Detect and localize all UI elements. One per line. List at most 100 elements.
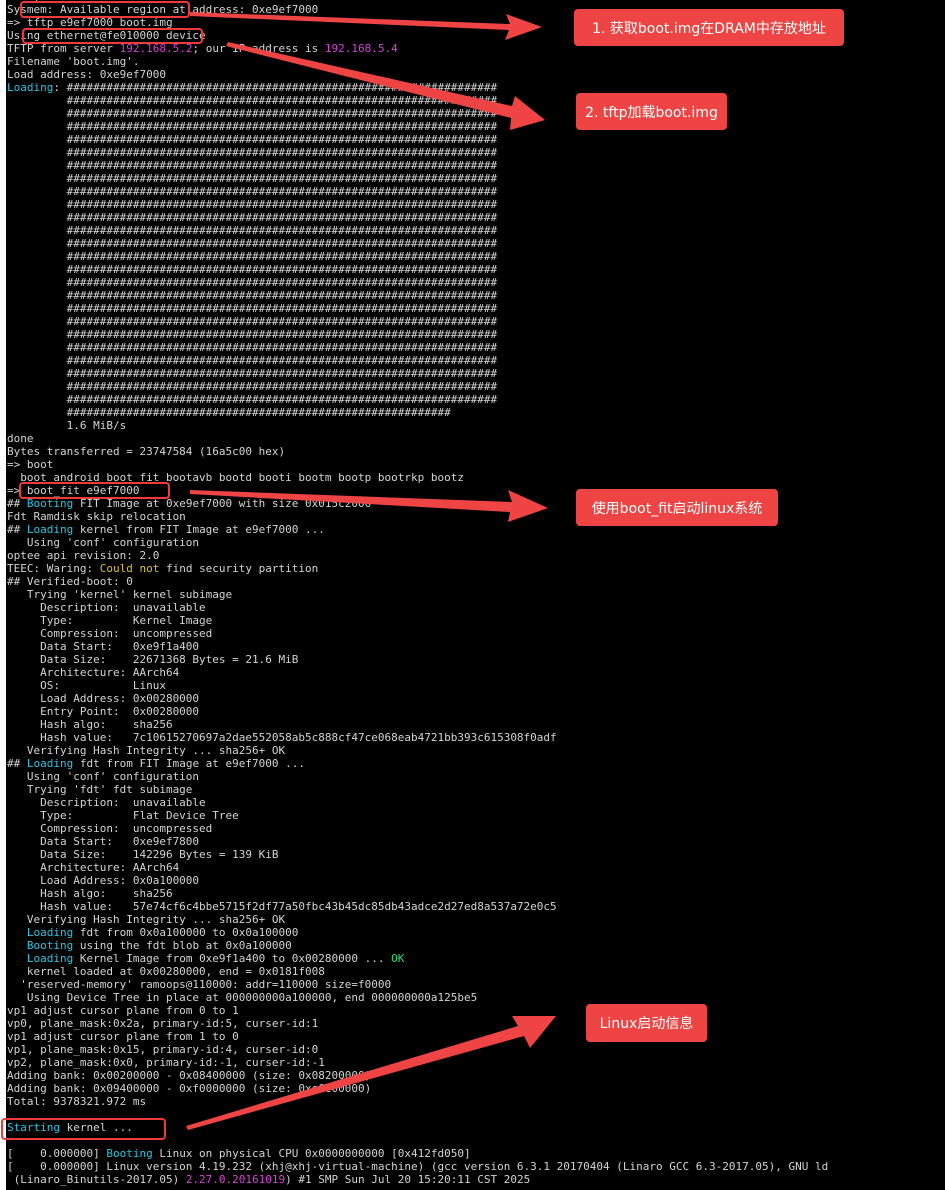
terminal-text-segment: Type: Kernel Image: [7, 614, 213, 627]
terminal-line: Bytes transferred = 23747584 (16a5c00 he…: [7, 445, 828, 458]
terminal-text-segment: ########################################…: [7, 276, 498, 289]
terminal-line: Booting using the fdt blob at 0x0a100000: [7, 939, 828, 952]
terminal-text-segment: Booting: [26, 939, 74, 952]
terminal-line: OS: Linux: [7, 679, 828, 692]
terminal-line: ## Verified-boot: 0: [7, 575, 828, 588]
highlight-starting-kernel: [1, 1118, 166, 1140]
terminal-text-segment: Architecture: AArch64: [7, 861, 180, 874]
terminal-line: ########################################…: [7, 406, 828, 419]
terminal-text-segment: ########################################…: [7, 406, 451, 419]
terminal-text-segment: OK: [391, 952, 405, 965]
terminal-text-segment: Verifying Hash Integrity ... sha256+ OK: [7, 913, 286, 926]
terminal-line: ########################################…: [7, 302, 828, 315]
terminal-line: TEEC: Waring: Could not find security pa…: [7, 562, 828, 575]
terminal-line: ########################################…: [7, 211, 828, 224]
terminal-line: 1.6 MiB/s: [7, 419, 828, 432]
terminal-text-segment: done: [7, 432, 34, 445]
annotation-step1-get-dram-address: 1. 获取boot.img在DRAM中存放地址: [574, 9, 844, 46]
terminal-text-segment: Loading: [26, 523, 74, 536]
highlight-tftp-command: [22, 28, 203, 44]
terminal-text-segment: optee api revision: 2.0: [7, 549, 160, 562]
terminal-text-segment: Adding bank: 0x00200000 - 0x08400000 (si…: [7, 1069, 372, 1082]
terminal-text-segment: ########################################…: [7, 289, 498, 302]
terminal-line: vp2, plane_mask:0x0, primary-id:-1, curs…: [7, 1056, 828, 1069]
terminal-text-segment: 192.168.5.4: [324, 42, 398, 55]
terminal-text-segment: Architecture: AArch64: [7, 666, 180, 679]
terminal-text-segment: ##: [7, 523, 27, 536]
terminal-line: Data Start: 0xe9ef7800: [7, 835, 828, 848]
terminal-line: Load Address: 0x00280000: [7, 692, 828, 705]
terminal-text-segment: ########################################…: [7, 380, 498, 393]
terminal-line: ########################################…: [7, 172, 828, 185]
terminal-line: ########################################…: [7, 315, 828, 328]
terminal-line: Loading fdt from 0x0a100000 to 0x0a10000…: [7, 926, 828, 939]
terminal-text-segment: 2.27.0.20161019: [185, 1173, 286, 1186]
terminal-text-segment: kernel from FIT Image at e9ef7000 ...: [73, 523, 325, 536]
terminal-text-segment: TEEC: Waring:: [7, 562, 100, 575]
terminal-line: Data Size: 22671368 Bytes = 21.6 MiB: [7, 653, 828, 666]
terminal-line: ########################################…: [7, 133, 828, 146]
terminal-line: Description: unavailable: [7, 796, 828, 809]
terminal-text-segment: fdt from 0x0a100000 to 0x0a100000: [73, 926, 299, 939]
highlight-boot-fit-command: [19, 482, 170, 499]
terminal-line: ########################################…: [7, 224, 828, 237]
terminal-line: vp1, plane_mask:0x15, primary-id:4, curs…: [7, 1043, 828, 1056]
terminal-text-segment: Data Size: 22671368 Bytes = 21.6 MiB: [7, 653, 299, 666]
terminal-text-segment: => boot: [7, 458, 54, 471]
terminal-text-segment: ########################################…: [7, 198, 498, 211]
terminal-line: [ 0.000000] Linux version 4.19.232 (xhj@…: [7, 1160, 828, 1173]
terminal-text-segment: vp1 adjust cursor plane from 0 to 1: [7, 1004, 239, 1017]
annotation-step3-boot-fit: 使用boot_fit启动linux系统: [576, 489, 778, 526]
terminal-line: Compression: uncompressed: [7, 627, 828, 640]
terminal-text-segment: ##: [7, 757, 27, 770]
terminal-line: Using 'conf' configuration: [7, 770, 828, 783]
terminal-line: Load address: 0xe9ef7000: [7, 68, 828, 81]
terminal-line: Description: unavailable: [7, 601, 828, 614]
terminal-line: Hash algo: sha256: [7, 887, 828, 900]
terminal-line: ########################################…: [7, 159, 828, 172]
terminal-line: Hash algo: sha256: [7, 718, 828, 731]
terminal-text-segment: Data Start: 0xe9f1a400: [7, 640, 200, 653]
terminal-text-segment: Loading: [26, 926, 74, 939]
terminal-text-segment: Kernel Image from 0xe9f1a400 to 0x002800…: [73, 952, 392, 965]
terminal-text-segment: Trying 'fdt' fdt subimage: [7, 783, 193, 796]
terminal-text-segment: Description: unavailable: [7, 796, 206, 809]
terminal-text-segment: Load Address: 0x00280000: [7, 692, 200, 705]
terminal-line: Entry Point: 0x00280000: [7, 705, 828, 718]
terminal-text-segment: ########################################…: [7, 146, 498, 159]
annotation-step4-linux-boot-info: Linux启动信息: [586, 1004, 707, 1042]
terminal-line: Data Start: 0xe9f1a400: [7, 640, 828, 653]
terminal-text-segment: ########################################…: [7, 94, 498, 107]
terminal-text-segment: Adding bank: 0x09400000 - 0xf0000000 (si…: [7, 1082, 372, 1095]
terminal-line: ########################################…: [7, 263, 828, 276]
terminal-line: ########################################…: [7, 289, 828, 302]
highlight-sysmem-search-command: [20, 1, 190, 18]
terminal-text-segment: vp1, plane_mask:0x15, primary-id:4, curs…: [7, 1043, 319, 1056]
terminal-text-segment: Using 'conf' configuration: [7, 770, 200, 783]
terminal-line: Loading Kernel Image from 0xe9f1a400 to …: [7, 952, 828, 965]
terminal-text-segment: Compression: uncompressed: [7, 822, 213, 835]
terminal-text-segment: ; our IP address is: [192, 42, 325, 55]
terminal-text-segment: ########################################…: [7, 367, 498, 380]
terminal-text-segment: Description: unavailable: [7, 601, 206, 614]
terminal-text-segment: Load Address: 0x0a100000: [7, 874, 200, 887]
terminal-text-segment: fdt from FIT Image at e9ef7000 ...: [73, 757, 306, 770]
terminal-line: ########################################…: [7, 198, 828, 211]
terminal-text-segment: ########################################…: [7, 302, 498, 315]
terminal-text-segment: Hash algo: sha256: [7, 718, 173, 731]
terminal-text-segment: vp1 adjust cursor plane from 1 to 0: [7, 1030, 239, 1043]
terminal-text-segment: Booting: [106, 1147, 153, 1160]
terminal-line: Trying 'kernel' kernel subimage: [7, 588, 828, 601]
terminal-text-segment: ########################################…: [7, 263, 498, 276]
terminal-text-segment: ########################################…: [7, 354, 498, 367]
terminal-text-segment: ## Verified-boot: 0: [7, 575, 133, 588]
terminal-line: Verifying Hash Integrity ... sha256+ OK: [7, 913, 828, 926]
terminal-line: ########################################…: [7, 276, 828, 289]
terminal-line: Type: Flat Device Tree: [7, 809, 828, 822]
terminal-line: Load Address: 0x0a100000: [7, 874, 828, 887]
terminal-text-segment: Verifying Hash Integrity ... sha256+ OK: [7, 744, 286, 757]
terminal-line: Using Device Tree in place at 000000000a…: [7, 991, 828, 1004]
terminal-line: ########################################…: [7, 380, 828, 393]
